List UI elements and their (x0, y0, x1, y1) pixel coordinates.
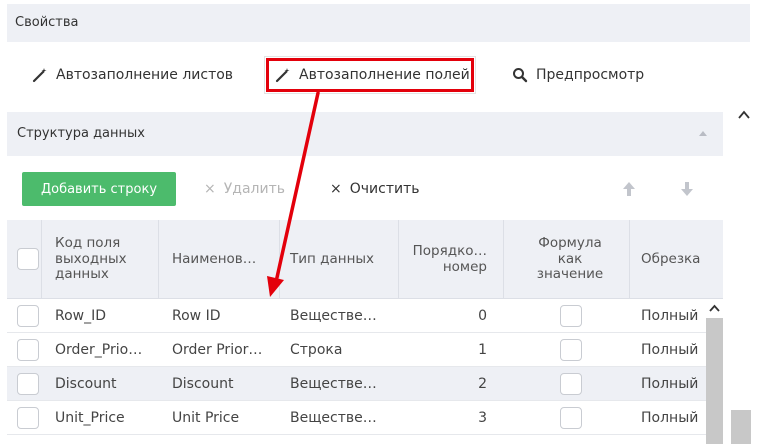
row-checkbox[interactable] (17, 373, 39, 395)
row-checkbox[interactable] (17, 407, 39, 429)
close-icon: × (330, 181, 342, 197)
data-structure-title: Структура данных (17, 126, 145, 141)
cell-type[interactable]: Строка (290, 333, 390, 367)
table-row[interactable]: Unit_Price Unit Price Веществе… 3 Полный (7, 401, 723, 435)
autofill-sheets-button[interactable]: Автозаполнение листов (32, 55, 233, 95)
collapse-caret-icon[interactable] (699, 130, 707, 136)
formula-checkbox[interactable] (560, 407, 582, 429)
properties-header: Свойства (7, 4, 750, 42)
formula-checkbox[interactable] (560, 373, 582, 395)
table-row[interactable]: Row_ID Row ID Веществе… 0 Полный (7, 299, 723, 333)
table-row[interactable]: Discount Discount Веществе… 2 Полный (7, 367, 723, 401)
chevron-up-icon[interactable] (709, 304, 720, 312)
preview-label: Предпросмотр (536, 67, 645, 83)
column-divider (629, 220, 630, 299)
clear-button[interactable]: × Очистить (330, 172, 419, 206)
column-header-order[interactable]: Порядко… номер (401, 220, 487, 299)
delete-button[interactable]: × Удалить (204, 172, 285, 206)
autofill-sheets-label: Автозаполнение листов (56, 67, 234, 83)
column-divider (398, 220, 399, 299)
column-divider (279, 220, 280, 299)
cell-code[interactable]: Order_Prio… (55, 333, 155, 367)
cell-code[interactable]: Row_ID (55, 299, 155, 333)
data-structure-header[interactable]: Структура данных (7, 112, 723, 156)
row-checkbox[interactable] (17, 305, 39, 327)
cell-order[interactable]: 2 (401, 367, 487, 401)
cell-type[interactable]: Веществе… (290, 299, 390, 333)
autofill-fields-button[interactable]: Автозаполнение полей (264, 56, 476, 94)
cell-trim[interactable]: Полный (641, 367, 701, 401)
magic-wand-icon (275, 67, 291, 83)
column-divider (41, 220, 42, 299)
outer-scrollbar-thumb[interactable] (731, 410, 751, 444)
formula-checkbox[interactable] (560, 339, 582, 361)
delete-label: Удалить (223, 181, 285, 197)
clear-label: Очистить (349, 181, 420, 197)
cell-order[interactable]: 3 (401, 401, 487, 435)
close-icon: × (204, 181, 216, 197)
column-header-formula[interactable]: Формула как значение (517, 220, 623, 299)
data-structure-grid: Код поля выходных данных Наименов… Тип д… (7, 220, 723, 444)
cell-name[interactable]: Row ID (172, 299, 276, 333)
column-header-name[interactable]: Наименов… (172, 220, 276, 299)
column-divider (503, 220, 504, 299)
grid-header: Код поля выходных данных Наименов… Тип д… (7, 220, 723, 299)
cell-name[interactable]: Order Prior… (172, 333, 276, 367)
cell-type[interactable]: Веществе… (290, 367, 390, 401)
cell-name[interactable]: Unit Price (172, 401, 276, 435)
properties-title: Свойства (15, 15, 79, 30)
arrow-up-icon[interactable] (622, 181, 636, 197)
row-checkbox[interactable] (17, 339, 39, 361)
grid-actions: Добавить строку × Удалить × Очистить (0, 172, 757, 206)
table-row[interactable]: Order_Prio… Order Prior… Строка 1 Полный (7, 333, 723, 367)
add-row-button[interactable]: Добавить строку (22, 172, 176, 206)
cell-name[interactable]: Discount (172, 367, 276, 401)
cell-trim[interactable]: Полный (641, 333, 701, 367)
column-header-type[interactable]: Тип данных (290, 220, 390, 299)
cell-code[interactable]: Unit_Price (55, 401, 155, 435)
grid-scrollbar[interactable] (706, 300, 723, 444)
cell-order[interactable]: 1 (401, 333, 487, 367)
toolbar: Автозаполнение листов Автозаполнение пол… (0, 55, 757, 95)
formula-checkbox[interactable] (560, 305, 582, 327)
column-divider (158, 220, 159, 299)
arrow-down-icon[interactable] (680, 181, 694, 197)
preview-button[interactable]: Предпросмотр (512, 55, 644, 95)
search-icon (512, 67, 528, 83)
column-header-code[interactable]: Код поля выходных данных (55, 220, 155, 299)
cell-code[interactable]: Discount (55, 367, 155, 401)
cell-trim[interactable]: Полный (641, 299, 701, 333)
column-header-trim[interactable]: Обрезка (641, 220, 721, 299)
cell-type[interactable]: Веществе… (290, 401, 390, 435)
chevron-up-icon[interactable] (738, 110, 750, 120)
outer-scrollbar[interactable] (731, 104, 757, 444)
cell-trim[interactable]: Полный (641, 401, 701, 435)
cell-order[interactable]: 0 (401, 299, 487, 333)
select-all-checkbox[interactable] (17, 248, 39, 270)
autofill-fields-label: Автозаполнение полей (299, 67, 470, 83)
magic-wand-icon (32, 67, 48, 83)
